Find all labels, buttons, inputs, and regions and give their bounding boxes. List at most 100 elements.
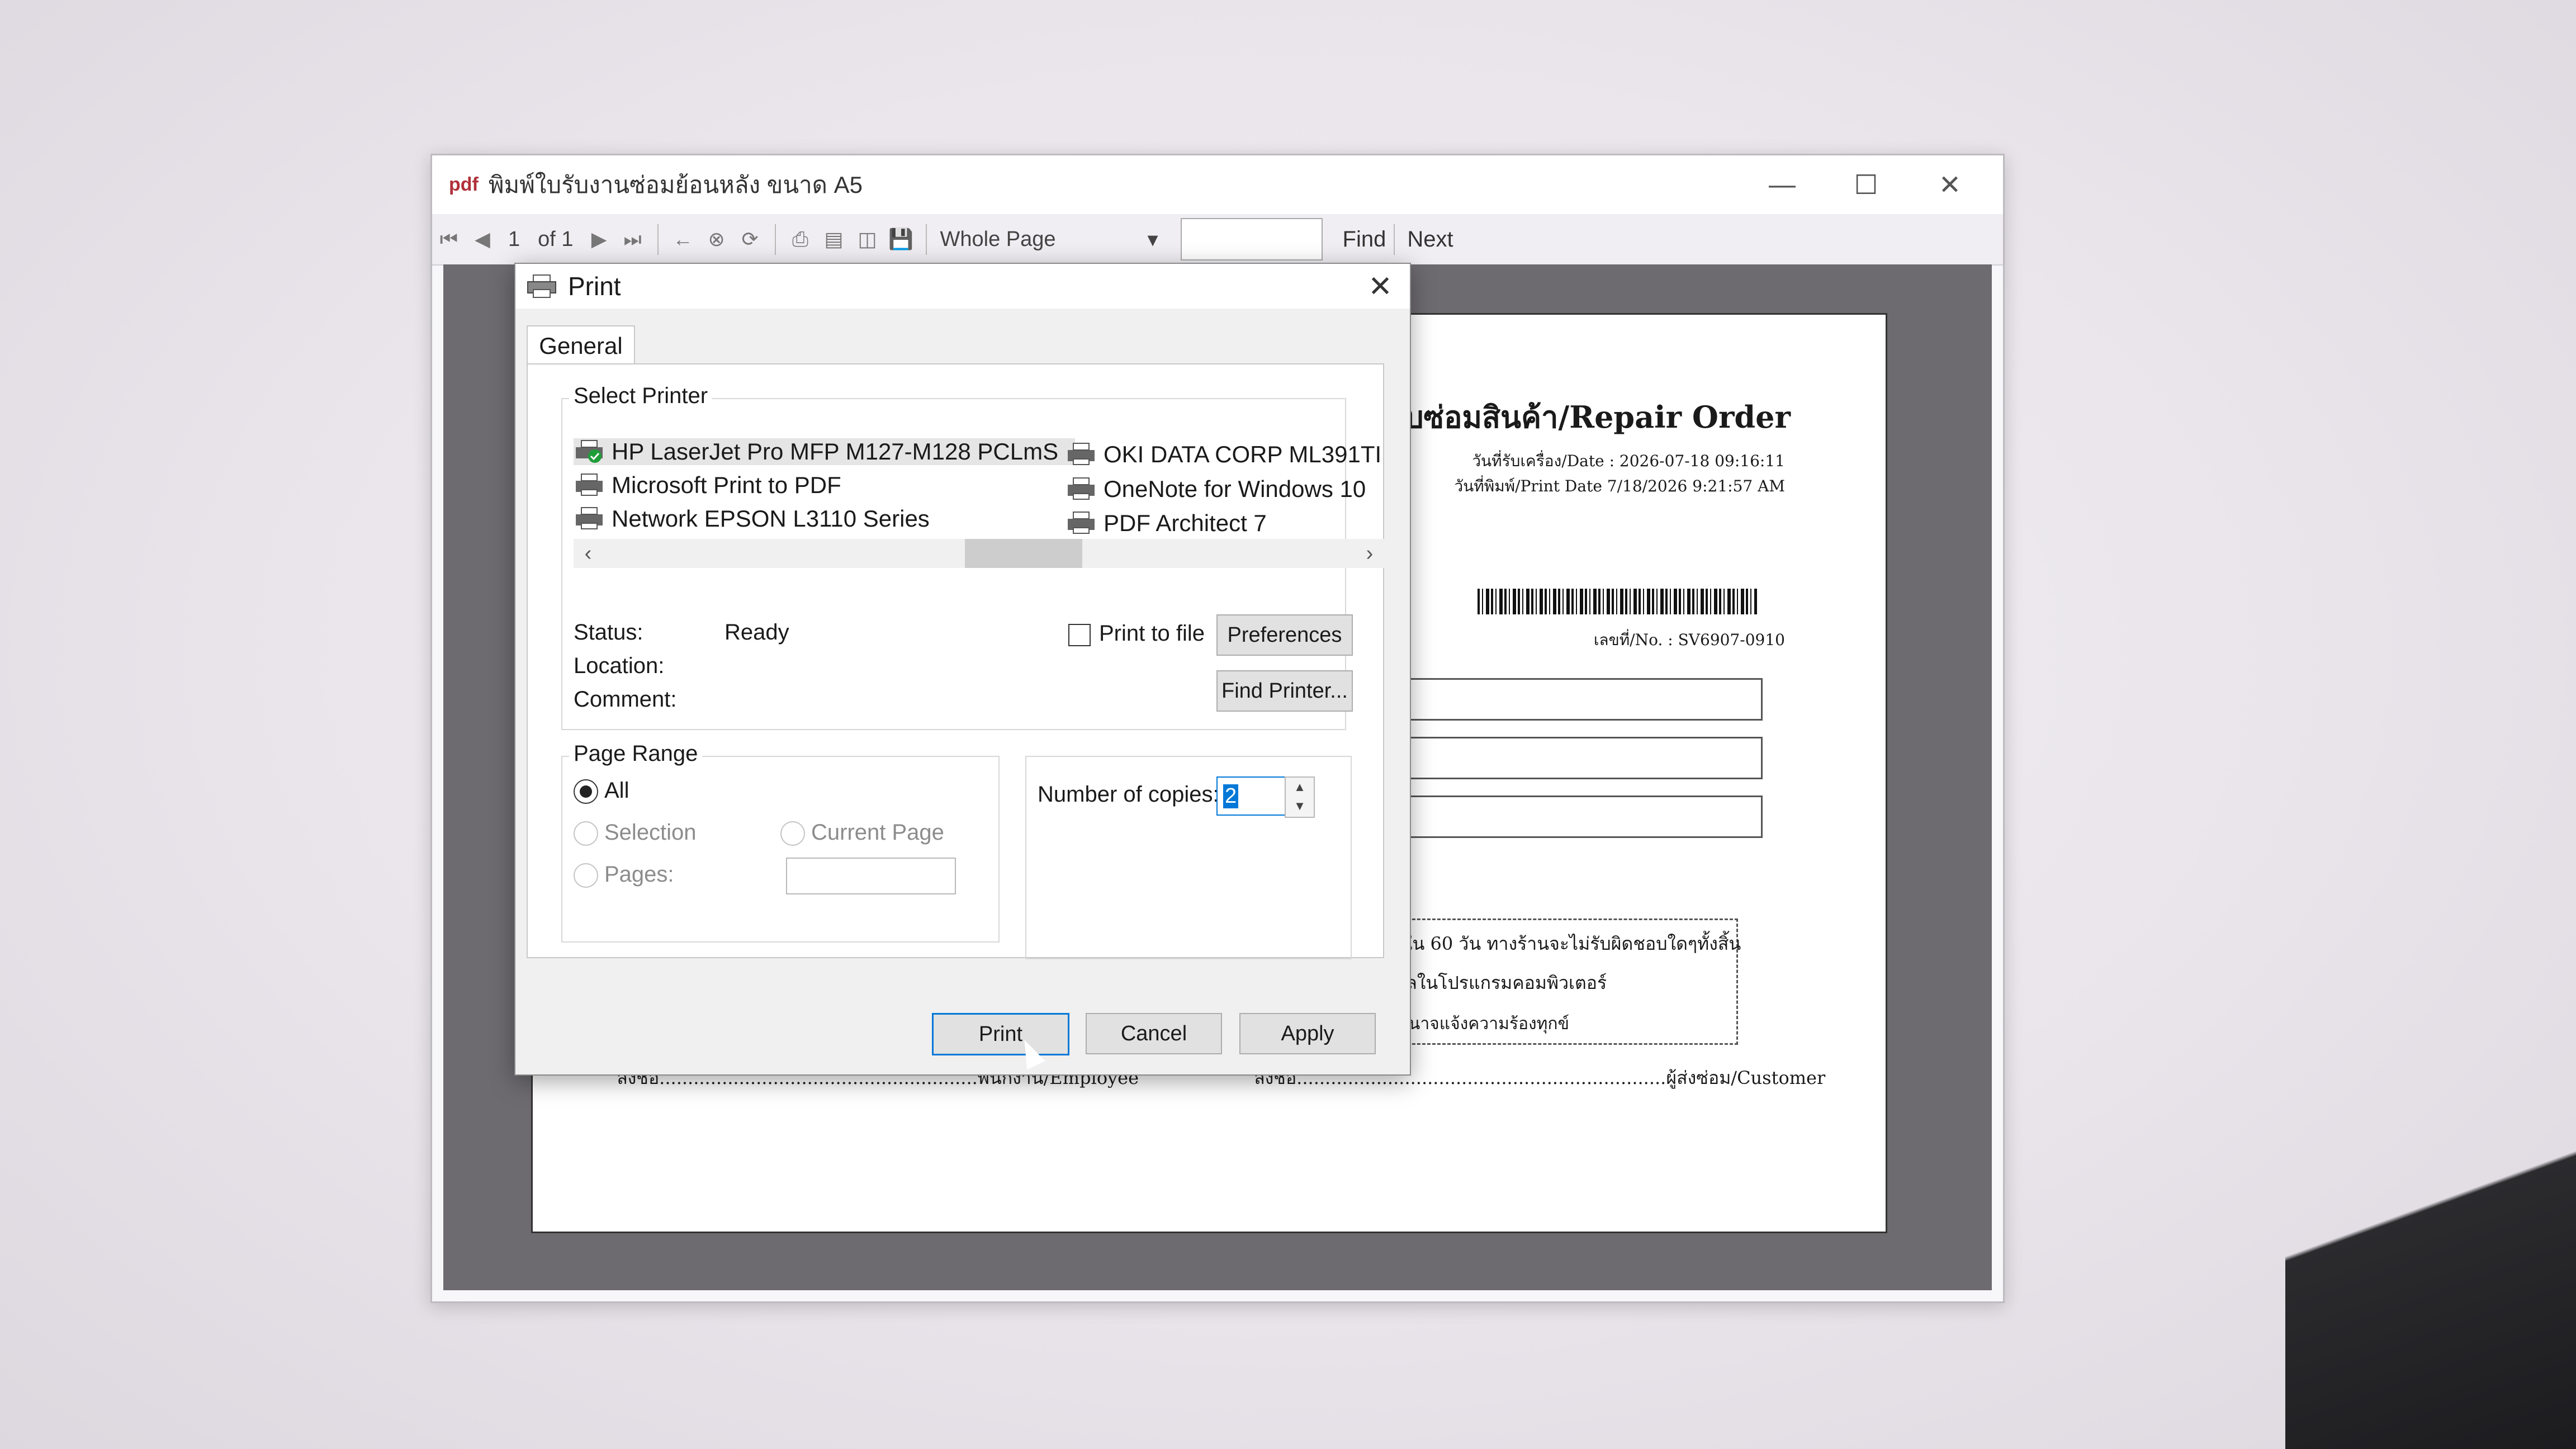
monitor-stand-background xyxy=(2285,1058,2576,1449)
form-field-box xyxy=(1357,678,1763,721)
general-tab-panel: Select Printer HP LaserJet Pro MFP M127-… xyxy=(527,363,1384,959)
close-icon[interactable]: ✕ xyxy=(1908,169,1992,201)
printer-item[interactable]: Microsoft Print to PDF xyxy=(574,472,841,499)
toolbar-divider xyxy=(774,224,776,255)
print-to-file-label: Print to file xyxy=(1099,621,1205,646)
range-selection-radio[interactable] xyxy=(574,821,598,846)
print-icon[interactable]: ⎙ xyxy=(784,228,817,252)
print-to-file-checkbox[interactable] xyxy=(1068,624,1091,646)
preferences-button[interactable]: Preferences xyxy=(1216,614,1353,656)
printer-item[interactable]: HP LaserJet Pro MFP M127-M128 PCLmS xyxy=(574,438,1076,465)
select-printer-label: Select Printer xyxy=(569,383,713,409)
printer-name: HP LaserJet Pro MFP M127-M128 PCLmS xyxy=(612,438,1059,465)
layout-icon[interactable]: ◫ xyxy=(851,228,884,251)
current-page-field[interactable]: 1 xyxy=(508,228,520,252)
apply-button[interactable]: Apply xyxy=(1239,1013,1376,1054)
document-number: เลขที่/No. : SV6907-0910 xyxy=(1593,631,1785,649)
cancel-button[interactable]: Cancel xyxy=(1086,1013,1222,1054)
dialog-title: Print xyxy=(568,272,621,301)
viewer-toolbar: ⏮ ◀ 1 of 1 ▶ ⏭ ← ⊗ ⟳ ⎙ ▤ ◫ 💾 Whole Page … xyxy=(432,214,2003,266)
toolbar-divider xyxy=(1394,224,1395,255)
printer-item[interactable]: PDF Architect 7 xyxy=(1066,510,1267,537)
printer-name: OKI DATA CORP ML391TI xyxy=(1104,441,1382,467)
app-logo: pdf xyxy=(449,174,479,195)
status-value: Ready xyxy=(724,620,789,645)
scroll-left-icon[interactable]: ‹ xyxy=(574,539,603,568)
page-range-group: Page Range All Selection Current Page Pa… xyxy=(561,741,1000,943)
comment-label: Comment: xyxy=(574,687,677,712)
viewer-titlebar: pdf พิมพ์ใบรับงานซ่อมย้อนหลัง ขนาด A5 — … xyxy=(432,155,2003,214)
printer-item[interactable]: OKI DATA CORP ML391TI xyxy=(1066,441,1381,468)
find-printer-button[interactable]: Find Printer... xyxy=(1216,670,1353,712)
default-printer-icon xyxy=(576,440,603,463)
back-icon[interactable]: ← xyxy=(666,228,700,251)
printer-icon xyxy=(1068,477,1095,500)
barcode xyxy=(1478,589,1757,614)
copies-value: 2 xyxy=(1223,784,1239,808)
toolbar-divider xyxy=(925,224,927,255)
find-button[interactable]: Find xyxy=(1343,227,1386,252)
page-count-label: of 1 xyxy=(538,227,574,251)
stop-icon[interactable]: ⊗ xyxy=(700,228,733,251)
window-controls: — ☐ ✕ xyxy=(1740,155,1992,214)
scroll-right-icon[interactable]: › xyxy=(1355,539,1384,568)
printer-name: Network EPSON L3110 Series xyxy=(612,505,930,532)
network-printer-icon xyxy=(576,507,603,529)
next-page-icon[interactable]: ▶ xyxy=(583,228,616,251)
copies-label: Number of copies: xyxy=(1038,782,1219,807)
export-icon[interactable]: 💾 xyxy=(884,228,918,251)
pages-input[interactable] xyxy=(786,858,956,894)
window-title: พิมพ์ใบรับงานซ่อมย้อนหลัง ขนาด A5 xyxy=(488,171,863,198)
report-title: ใบรับซ่อมสินค้า/Repair Order xyxy=(1354,399,1791,435)
range-all-label: All xyxy=(604,778,629,803)
maximize-icon[interactable]: ☐ xyxy=(1824,169,1908,201)
toolbar-divider xyxy=(657,224,659,255)
chevron-down-icon: ▾ xyxy=(1147,228,1158,252)
copies-group: Number of copies: 2 ▲ ▼ xyxy=(1025,756,1352,959)
printer-name: PDF Architect 7 xyxy=(1104,510,1267,536)
range-selection-label: Selection xyxy=(604,820,697,845)
range-current-page-radio[interactable] xyxy=(780,821,805,846)
tab-general[interactable]: General xyxy=(527,325,635,366)
location-label: Location: xyxy=(574,654,665,678)
printer-icon xyxy=(1068,443,1095,465)
close-icon[interactable]: ✕ xyxy=(1361,267,1400,306)
range-pages-radio[interactable] xyxy=(574,863,598,888)
chevron-down-icon[interactable]: ▼ xyxy=(1286,797,1314,816)
zoom-select[interactable]: Whole Page ▾ xyxy=(935,222,1164,257)
page-range-label: Page Range xyxy=(569,741,703,766)
printer-name: Microsoft Print to PDF xyxy=(612,472,841,498)
form-field-box xyxy=(1357,795,1763,838)
printer-name: OneNote for Windows 10 xyxy=(1104,476,1366,502)
page-setup-icon[interactable]: ▤ xyxy=(817,228,851,251)
previous-page-icon[interactable]: ◀ xyxy=(466,228,499,251)
minimize-icon[interactable]: — xyxy=(1740,169,1824,200)
range-current-page-label: Current Page xyxy=(811,820,944,845)
printer-icon xyxy=(527,274,556,298)
status-label: Status: xyxy=(574,620,643,645)
print-date: วันที่พิมพ์/Print Date 7/18/2026 9:21:57… xyxy=(1454,477,1785,495)
received-date: วันที่รับเครื่อง/Date : 2026-07-18 09:16… xyxy=(1472,452,1785,470)
last-page-icon[interactable]: ⏭ xyxy=(616,228,650,252)
range-pages-label: Pages: xyxy=(604,862,674,887)
printer-item[interactable]: OneNote for Windows 10 xyxy=(1066,476,1366,503)
refresh-icon[interactable]: ⟳ xyxy=(733,228,767,251)
copies-stepper[interactable]: ▲ ▼ xyxy=(1285,776,1315,818)
copies-input[interactable]: 2 xyxy=(1216,776,1286,816)
zoom-value: Whole Page xyxy=(940,227,1056,251)
form-field-box xyxy=(1357,737,1763,779)
print-dialog: Print ✕ General Select Printer HP LaserJ… xyxy=(514,263,1411,1076)
printer-list-scrollbar[interactable]: ‹ › xyxy=(574,539,1384,568)
select-printer-group: Select Printer HP LaserJet Pro MFP M127-… xyxy=(561,383,1384,730)
scrollbar-thumb[interactable] xyxy=(965,539,1082,568)
range-all-radio[interactable] xyxy=(574,779,598,804)
find-next-button[interactable]: Next xyxy=(1407,227,1453,252)
find-input[interactable] xyxy=(1180,218,1323,261)
first-page-icon[interactable]: ⏮ xyxy=(432,228,466,252)
dialog-titlebar: Print ✕ xyxy=(515,264,1410,309)
print-button[interactable]: Print xyxy=(932,1013,1069,1055)
printer-item[interactable]: Network EPSON L3110 Series xyxy=(574,505,930,532)
printer-icon xyxy=(1068,512,1095,534)
chevron-up-icon[interactable]: ▲ xyxy=(1286,778,1314,797)
terms-note: ภายใน 60 วัน ทางร้านจะไม่รับผิดชอบใดๆทั้… xyxy=(1371,933,1741,954)
